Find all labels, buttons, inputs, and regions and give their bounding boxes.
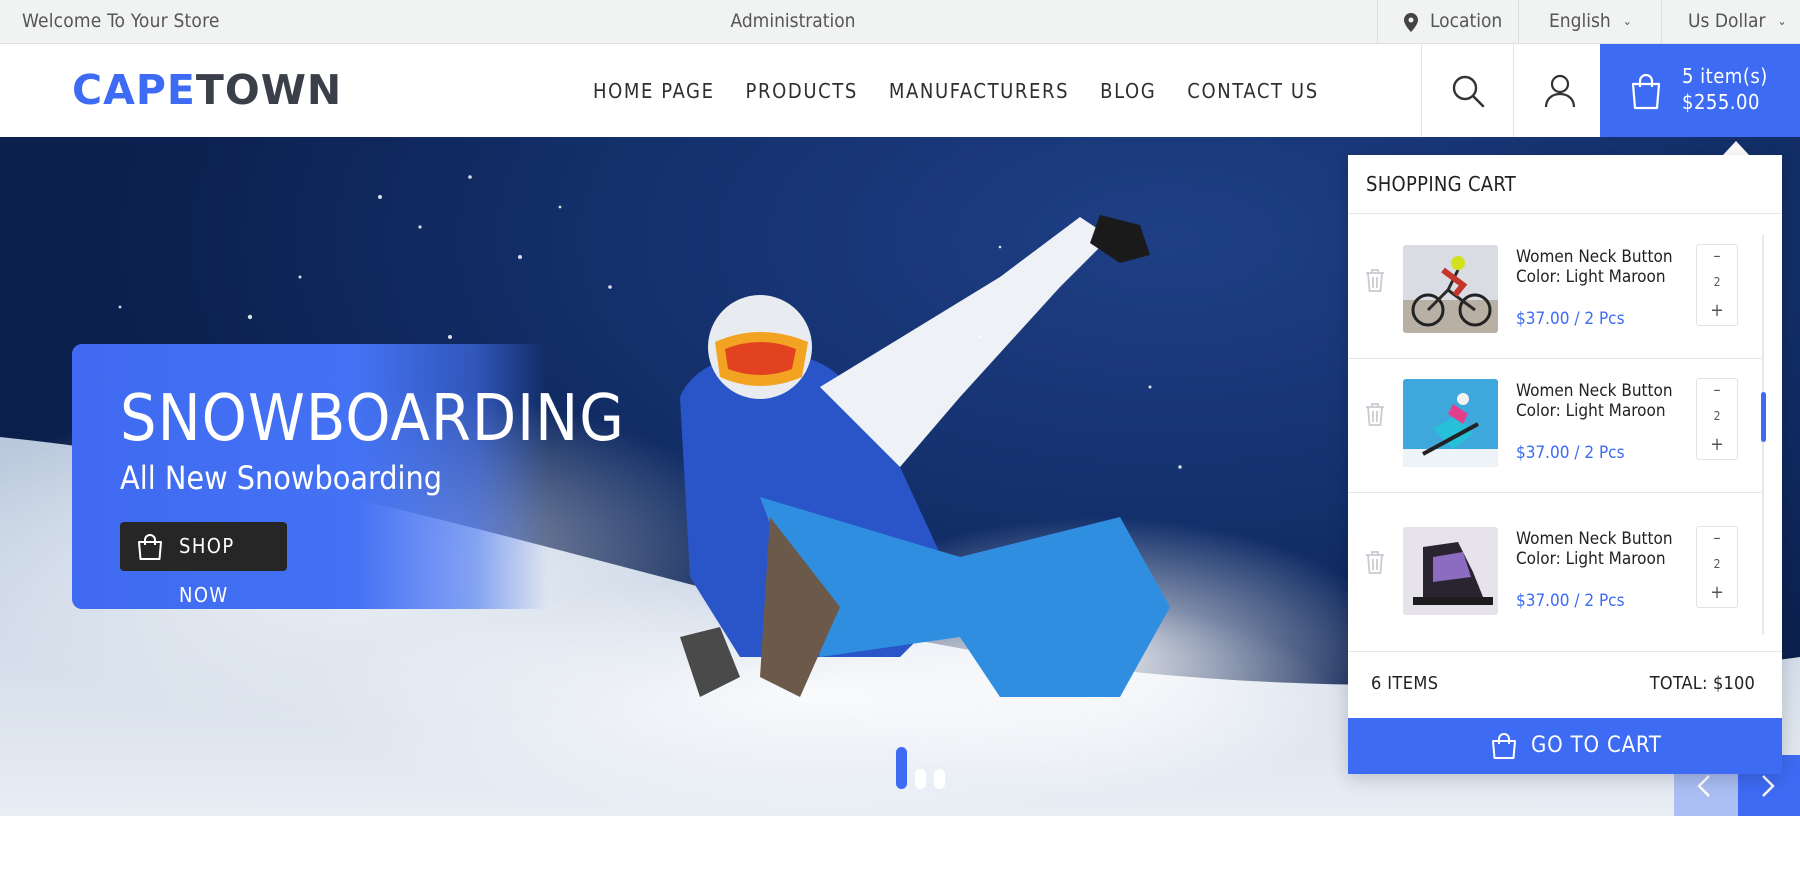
trash-icon[interactable] bbox=[1364, 267, 1386, 293]
currency-dropdown[interactable]: Us Dollar ⌄ bbox=[1661, 0, 1800, 43]
cart-total-price: $255.00 bbox=[1682, 90, 1760, 114]
top-bar: Welcome To Your Store Administration Loc… bbox=[0, 0, 1800, 44]
cart-item: Women Neck Button Color: Light Maroon $37… bbox=[1348, 349, 1762, 483]
shopping-bag-icon bbox=[1631, 73, 1661, 110]
quantity-value[interactable]: 2 bbox=[1697, 275, 1737, 289]
account-button[interactable] bbox=[1513, 44, 1605, 137]
main-header: CAPETOWN HOME PAGE PRODUCTS MANUFACTURER… bbox=[0, 44, 1800, 137]
slider-dot-3[interactable] bbox=[934, 769, 945, 789]
location-label: Location bbox=[1430, 10, 1503, 32]
nav-manufacturers[interactable]: MANUFACTURERS bbox=[889, 79, 1069, 103]
divider bbox=[1348, 213, 1782, 214]
minicart-title: SHOPPING CART bbox=[1366, 172, 1517, 196]
cart-item-price: $37.00 / 2 Pcs bbox=[1516, 591, 1625, 611]
minicart-caret bbox=[1723, 141, 1749, 155]
cart-item-count: 5 item(s) bbox=[1682, 64, 1768, 88]
go-to-cart-label: GO TO CART bbox=[1531, 733, 1662, 758]
welcome-text: Welcome To Your Store bbox=[22, 10, 220, 32]
product-thumbnail[interactable] bbox=[1403, 245, 1498, 333]
quantity-stepper: – 2 + bbox=[1696, 526, 1738, 608]
trash-icon[interactable] bbox=[1364, 401, 1386, 427]
hero-subtitle: All New Snowboarding bbox=[120, 459, 443, 497]
cart-item-name[interactable]: Women Neck Button Color: Light Maroon bbox=[1516, 247, 1673, 287]
minicart-items-count: 6 ITEMS bbox=[1371, 673, 1439, 694]
nav-products[interactable]: PRODUCTS bbox=[746, 79, 858, 103]
shopping-bag-icon bbox=[1492, 733, 1516, 759]
language-dropdown[interactable]: English ⌄ bbox=[1518, 0, 1661, 43]
shop-now-button[interactable]: SHOP NOW bbox=[120, 522, 287, 607]
currency-label: Us Dollar bbox=[1688, 10, 1766, 32]
shop-now-label: SHOP NOW bbox=[179, 534, 235, 607]
map-pin-icon bbox=[1404, 13, 1418, 32]
location-selector[interactable]: Location bbox=[1377, 0, 1518, 43]
decrease-quantity-button[interactable]: – bbox=[1697, 247, 1737, 265]
main-nav: HOME PAGE PRODUCTS MANUFACTURERS BLOG CO… bbox=[593, 44, 1350, 137]
cart-item-price: $37.00 / 2 Pcs bbox=[1516, 443, 1625, 463]
go-to-cart-button[interactable]: GO TO CART bbox=[1348, 718, 1782, 774]
logo-part-town: TOWN bbox=[195, 66, 343, 114]
trash-icon[interactable] bbox=[1364, 549, 1386, 575]
divider bbox=[1348, 651, 1782, 652]
nav-contact-us[interactable]: CONTACT US bbox=[1187, 79, 1318, 103]
logo[interactable]: CAPETOWN bbox=[72, 68, 342, 112]
slider-dot-2[interactable] bbox=[915, 769, 926, 789]
quantity-stepper: – 2 + bbox=[1696, 244, 1738, 326]
quantity-value[interactable]: 2 bbox=[1697, 409, 1737, 423]
header-cart-button[interactable]: 5 item(s) $255.00 bbox=[1600, 44, 1800, 137]
cart-item: Women Neck Button Color: Light Maroon $37… bbox=[1348, 215, 1762, 349]
nav-blog[interactable]: BLOG bbox=[1100, 79, 1156, 103]
user-icon bbox=[1544, 74, 1575, 107]
administration-link[interactable]: Administration bbox=[700, 0, 886, 43]
minicart-scrollbar-thumb[interactable] bbox=[1761, 392, 1766, 442]
nav-home-page[interactable]: HOME PAGE bbox=[593, 79, 715, 103]
cart-item-name[interactable]: Women Neck Button Color: Light Maroon bbox=[1516, 529, 1673, 569]
chevron-down-icon: ⌄ bbox=[1777, 14, 1787, 28]
quantity-value[interactable]: 2 bbox=[1697, 557, 1737, 571]
decrease-quantity-button[interactable]: – bbox=[1697, 529, 1737, 547]
cart-item-price: $37.00 / 2 Pcs bbox=[1516, 309, 1625, 329]
product-thumbnail[interactable] bbox=[1403, 379, 1498, 467]
cart-item: Women Neck Button Color: Light Maroon $37… bbox=[1348, 497, 1762, 631]
search-icon bbox=[1452, 75, 1484, 107]
divider bbox=[1348, 492, 1762, 493]
cart-item-name[interactable]: Women Neck Button Color: Light Maroon bbox=[1516, 381, 1673, 421]
search-button[interactable] bbox=[1421, 44, 1513, 137]
decrease-quantity-button[interactable]: – bbox=[1697, 381, 1737, 399]
hero-title: SNOWBOARDING bbox=[120, 382, 625, 456]
language-label: English bbox=[1549, 10, 1611, 32]
minicart-dropdown: SHOPPING CART Women Neck Button Color: Li… bbox=[1348, 155, 1782, 774]
logo-part-cape: CAPE bbox=[72, 66, 196, 114]
increase-quantity-button[interactable]: + bbox=[1697, 583, 1737, 603]
chevron-left-icon bbox=[1697, 775, 1710, 797]
product-thumbnail[interactable] bbox=[1403, 527, 1498, 615]
slider-dot-1[interactable] bbox=[896, 747, 907, 789]
chevron-right-icon bbox=[1762, 775, 1775, 797]
shopping-bag-icon bbox=[138, 534, 162, 560]
hero-banner: SNOWBOARDING All New Snowboarding SHOP N… bbox=[72, 344, 624, 609]
increase-quantity-button[interactable]: + bbox=[1697, 435, 1737, 455]
quantity-stepper: – 2 + bbox=[1696, 378, 1738, 460]
minicart-total: TOTAL: $100 bbox=[1649, 673, 1755, 694]
increase-quantity-button[interactable]: + bbox=[1697, 301, 1737, 321]
chevron-down-icon: ⌄ bbox=[1622, 14, 1632, 28]
